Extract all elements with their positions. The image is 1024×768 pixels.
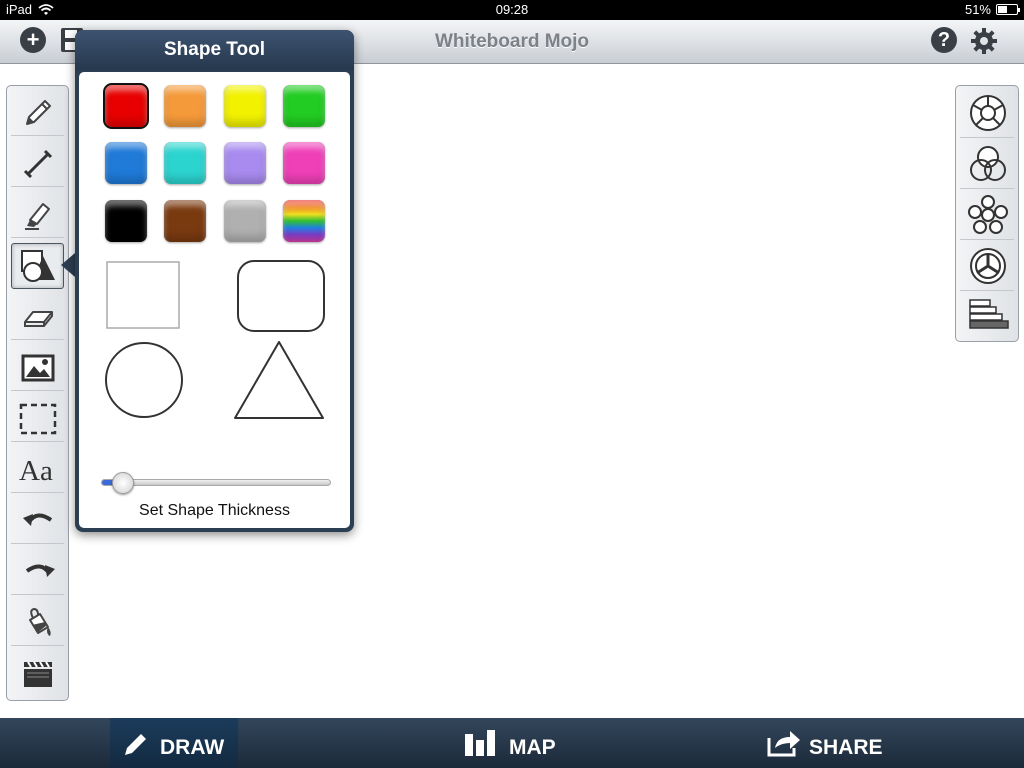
popover-arrow (61, 253, 75, 277)
color-swatch[interactable] (224, 85, 266, 127)
cycle-diagram-icon (970, 95, 1006, 131)
color-swatch[interactable] (164, 142, 206, 184)
share-icon (767, 731, 800, 757)
color-swatch[interactable] (283, 142, 325, 184)
highlighter-tool[interactable] (11, 192, 64, 238)
left-toolbar: Aa (6, 85, 69, 701)
color-swatch[interactable] (164, 85, 206, 127)
shape-tool-icon (21, 250, 55, 282)
rounded-rectangle-shape-option[interactable] (235, 258, 327, 334)
pyramid-stack-icon (969, 299, 1009, 329)
share-tab-label: SHARE (809, 736, 883, 759)
pencil-tool[interactable] (11, 90, 64, 136)
circle-shape-option[interactable] (103, 340, 185, 420)
bottom-tab-bar: DRAW MAP SHARE (0, 718, 1024, 768)
color-swatch[interactable] (105, 200, 147, 242)
image-icon (21, 354, 55, 382)
highlighter-icon (25, 203, 50, 230)
settings-button[interactable] (970, 27, 998, 55)
popover-title: Shape Tool (164, 39, 265, 60)
radial-diagram-tool[interactable] (960, 190, 1014, 240)
square-shape-option[interactable] (103, 258, 183, 332)
fill-tool[interactable] (11, 600, 64, 646)
color-swatch[interactable] (105, 142, 147, 184)
color-swatch[interactable] (283, 200, 325, 242)
undo-button[interactable] (11, 498, 64, 544)
popover-body: Set Shape Thickness (79, 72, 350, 528)
shape-tool-popover: Shape Tool Set Shape Thickness (75, 30, 354, 532)
text-tool[interactable]: Aa (11, 447, 64, 493)
eraser-tool[interactable] (11, 294, 64, 340)
status-time: 09:28 (495, 2, 529, 17)
pencil-icon (26, 100, 51, 125)
color-swatch[interactable] (224, 142, 266, 184)
eraser-icon (24, 311, 53, 327)
line-icon (23, 149, 53, 179)
cycle-diagram-tool[interactable] (960, 88, 1014, 138)
clapperboard-icon (24, 661, 52, 687)
app-screen: iPad 09:28 51% + Whiteboard Mojo ? Aa Sh… (0, 0, 1024, 768)
map-tab-label: MAP (509, 736, 556, 759)
battery-percent: 51% (964, 2, 991, 17)
venn-diagram-tool[interactable] (960, 139, 1014, 189)
help-button[interactable]: ? (931, 27, 959, 55)
draw-tab[interactable]: DRAW (110, 718, 238, 768)
help-icon: ? (931, 27, 957, 53)
redo-button[interactable] (11, 549, 64, 595)
triangle-shape-option[interactable] (231, 338, 327, 422)
color-swatch[interactable] (224, 200, 266, 242)
thickness-slider-knob[interactable] (112, 472, 134, 494)
bar-chart-icon (465, 730, 495, 756)
color-swatch[interactable] (103, 83, 149, 129)
line-tool[interactable] (11, 141, 64, 187)
color-swatch[interactable] (283, 85, 325, 127)
redo-icon (25, 564, 55, 577)
status-bar: iPad 09:28 51% (0, 0, 1024, 20)
color-swatch[interactable] (164, 200, 206, 242)
image-tool[interactable] (11, 345, 64, 391)
animation-tool[interactable] (11, 651, 64, 697)
pie-diagram-icon (970, 248, 1006, 284)
battery-icon (996, 4, 1020, 15)
pyramid-stack-tool[interactable] (960, 292, 1014, 342)
fill-bucket-icon (29, 607, 51, 636)
radial-diagram-icon (968, 195, 1008, 234)
pie-diagram-tool[interactable] (960, 241, 1014, 291)
selection-icon (19, 403, 57, 435)
shape-tool[interactable] (11, 243, 64, 289)
selection-tool[interactable] (11, 396, 64, 442)
draw-tab-label: DRAW (160, 736, 225, 759)
popover-header: Shape Tool (75, 30, 354, 70)
undo-icon (23, 513, 53, 526)
gear-icon (971, 28, 997, 54)
thickness-label: Set Shape Thickness (139, 502, 290, 519)
text-icon: Aa (19, 455, 53, 487)
pencil-icon (125, 734, 146, 755)
map-tab[interactable]: MAP (447, 718, 575, 768)
right-toolbar (955, 85, 1019, 342)
venn-diagram-icon (970, 146, 1006, 181)
thickness-slider[interactable] (101, 472, 331, 494)
share-tab[interactable]: SHARE (760, 718, 900, 768)
